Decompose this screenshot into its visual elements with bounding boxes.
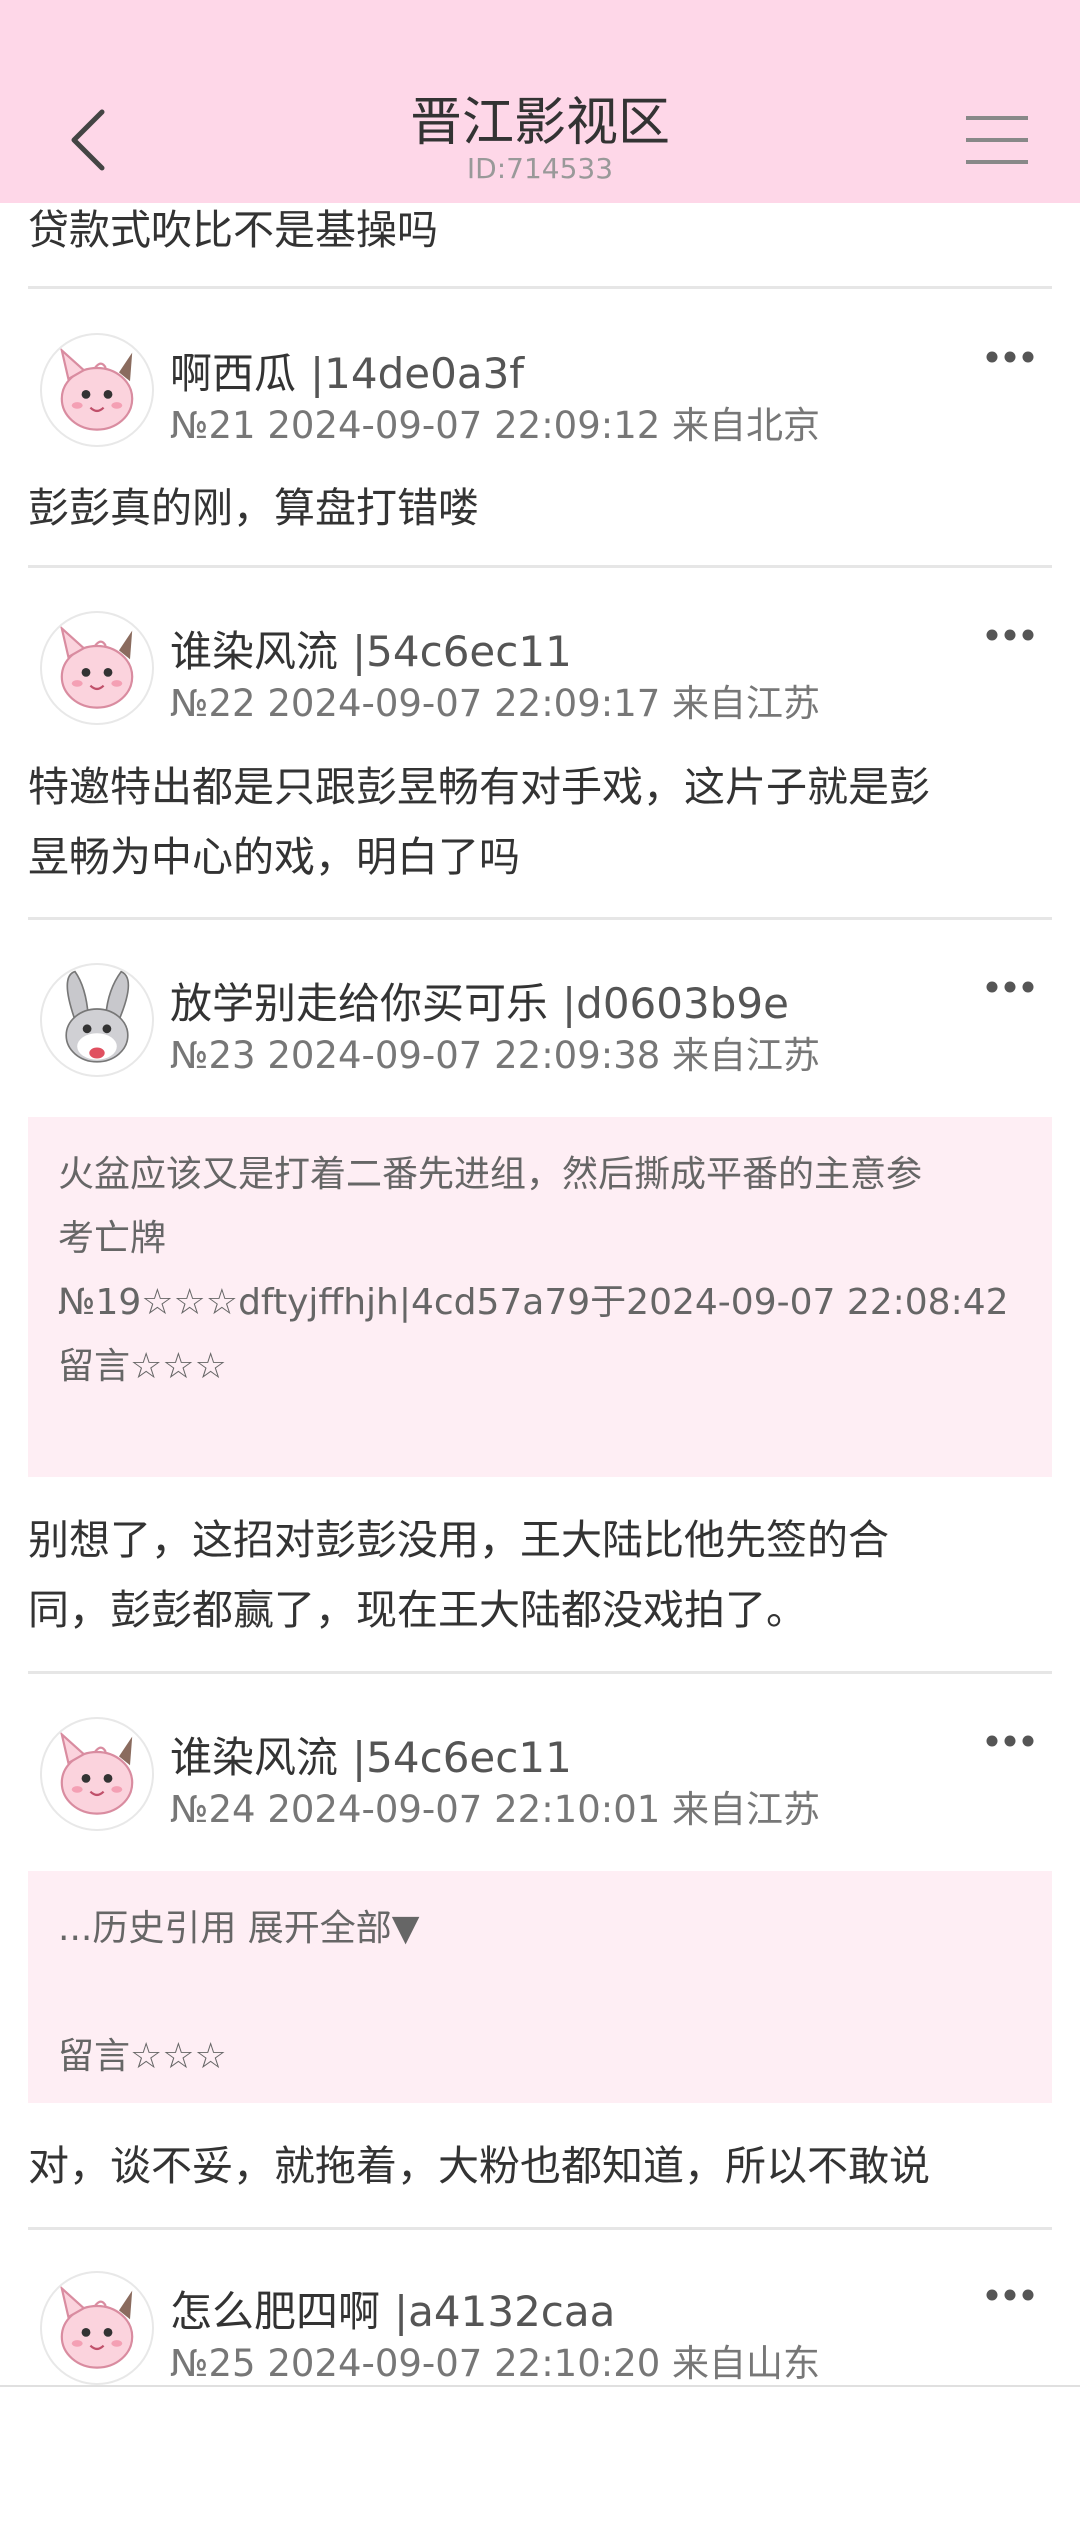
pink-clefairy-avatar-icon [59,347,134,431]
menu-button[interactable] [962,110,1032,170]
bunny-avatar-icon [65,970,130,1063]
post-meta: №22 2024-09-07 22:09:17 来自江苏 [170,682,821,725]
pink-clefairy-avatar-icon [59,625,134,709]
post-meta: №21 2024-09-07 22:09:12 来自北京 [170,404,821,447]
user-id: |14de0a3f [310,349,525,398]
post-content-line: 昱畅为中心的戏，明白了吗 [28,833,520,881]
username: 谁染风流 [170,1733,339,1782]
quoted-reply[interactable]: 火盆应该又是打着二番先进组，然后撕成平番的主意参 考亡牌 №19☆☆☆dftyj… [28,1117,1052,1477]
post-author[interactable]: 怎么肥四啊 |a4132caa [170,2278,615,2339]
page-title: 晋江影视区 [409,93,670,153]
post-content: 彭彭真的刚，算盘打错喽 [28,484,479,532]
more-options-button[interactable] [984,972,1036,1002]
quoted-reply[interactable]: ...历史引用 展开全部▼ 留言☆☆☆ [28,1871,1052,2103]
divider [28,917,1052,920]
username: 放学别走给你买可乐 [170,979,549,1028]
post-content-line: 特邀特出都是只跟彭昱畅有对手戏，这片子就是彭 [28,763,930,811]
more-options-button[interactable] [984,620,1036,650]
post-author[interactable]: 谁染风流 |54c6ec11 [170,618,572,679]
user-id: |a4132caa [394,2287,616,2336]
post-content-line: 别想了，这招对彭彭没用，王大陆比他先签的合 [28,1516,889,1564]
divider [28,1671,1052,1674]
user-id: |d0603b9e [562,979,789,1028]
post-meta: №24 2024-09-07 22:10:01 来自江苏 [170,1788,821,1831]
avatar[interactable] [40,333,154,447]
expand-history-link[interactable]: ...历史引用 展开全部▼ [58,1897,1022,1961]
more-dots-icon [986,351,1034,363]
quote-line [58,1961,1022,2025]
quote-line: 考亡牌 [58,1218,167,1259]
divider [28,565,1052,568]
avatar[interactable] [40,963,154,1077]
quote-line: 留言☆☆☆ [58,2036,227,2077]
post-meta: №23 2024-09-07 22:09:38 来自江苏 [170,1034,821,1077]
quote-line: 留言☆☆☆ [58,1346,227,1387]
post-author[interactable]: 谁染风流 |54c6ec11 [170,1724,572,1785]
hamburger-menu-icon [966,116,1028,164]
post-content: 对，谈不妥，就拖着，大粉也都知道，所以不敢说 [28,2142,930,2190]
post-author[interactable]: 啊西瓜 |14de0a3f [170,340,524,401]
more-dots-icon [986,629,1034,641]
user-id: |54c6ec11 [352,627,572,676]
bottom-bar [0,2385,1080,2522]
post-content: 贷款式吹比不是基操吗 [28,206,438,254]
avatar[interactable] [40,611,154,725]
more-dots-icon [986,1735,1034,1747]
avatar[interactable] [40,1717,154,1831]
more-dots-icon [986,2289,1034,2301]
username: 谁染风流 [170,627,339,676]
more-options-button[interactable] [984,2280,1036,2310]
quote-source: №19☆☆☆dftyjffhjh|4cd57a79于2024-09-07 22:… [58,1282,1009,1323]
post-meta: №25 2024-09-07 22:10:20 来自山东 [170,2342,821,2385]
post-content: 别想了，这招对彭彭没用，王大陆比他先签的合 同，彭彭都赢了，现在王大陆都没戏拍了… [28,1505,1052,1645]
username: 啊西瓜 [170,349,297,398]
pink-clefairy-avatar-icon [59,1731,134,1815]
board-id: ID:714533 [466,152,614,185]
divider [28,2227,1052,2230]
post-content-line: 同，彭彭都赢了，现在王大陆都没戏拍了。 [28,1586,807,1634]
pink-clefairy-avatar-icon [59,2285,134,2369]
divider [28,286,1052,289]
more-options-button[interactable] [984,342,1036,372]
username: 怎么肥四啊 [170,2287,381,2336]
avatar[interactable] [40,2271,154,2385]
top-bar: 晋江影视区 ID:714533 [0,0,1080,203]
quote-line: 火盆应该又是打着二番先进组，然后撕成平番的主意参 [58,1154,923,1195]
post-content: 特邀特出都是只跟彭昱畅有对手戏，这片子就是彭 昱畅为中心的戏，明白了吗 [28,752,1052,892]
post-author[interactable]: 放学别走给你买可乐 |d0603b9e [170,970,789,1031]
more-options-button[interactable] [984,1726,1036,1756]
user-id: |54c6ec11 [352,1733,572,1782]
more-dots-icon [986,981,1034,993]
